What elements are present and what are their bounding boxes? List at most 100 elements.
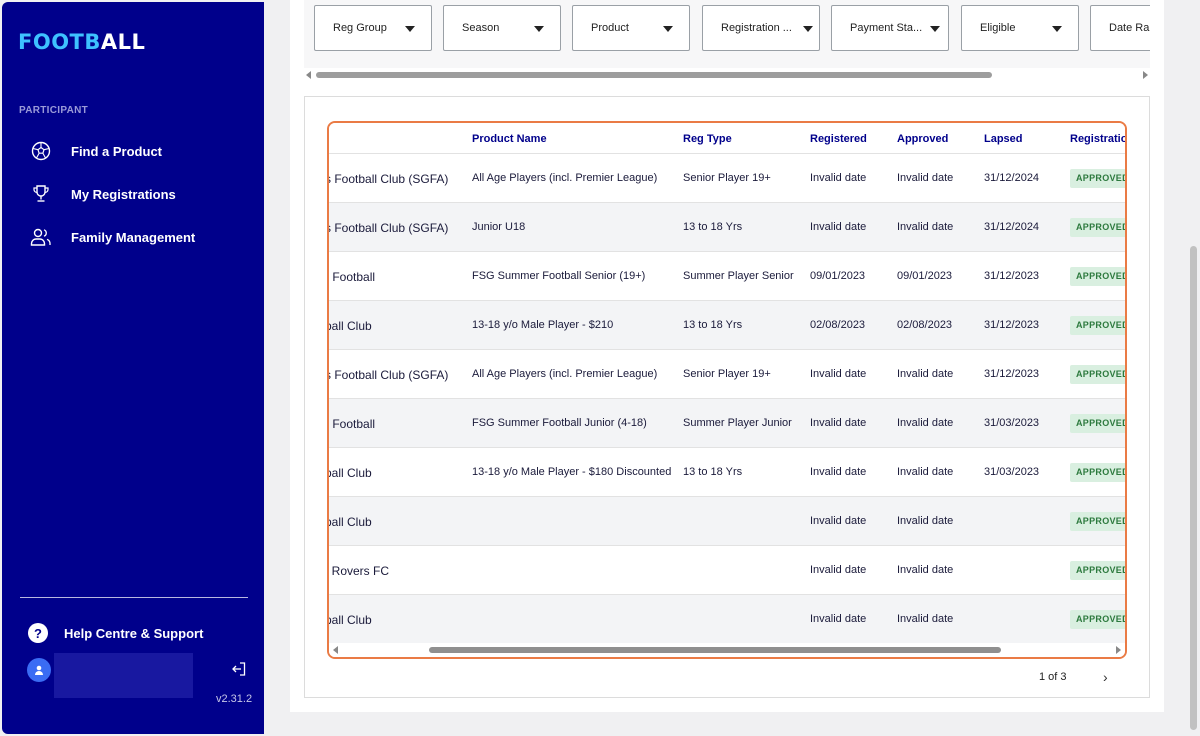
cell-registered: Invalid date — [810, 368, 867, 380]
header-registered[interactable]: Registered — [810, 133, 867, 145]
cell-organisation: pall Club — [327, 613, 372, 627]
filter-label: Payment Sta... — [850, 22, 923, 34]
help-centre-link[interactable]: ? Help Centre & Support — [28, 623, 203, 643]
caret-down-icon — [1052, 26, 1062, 32]
main-content: Reg Group Season Product Registration ..… — [290, 0, 1164, 712]
cell-product-name: FSG Summer Football Junior (4-18) — [472, 417, 647, 429]
filter-label: Date Ran — [1109, 22, 1150, 34]
cell-product-name: 13-18 y/o Male Player - $180 Discounted — [472, 466, 672, 478]
filter-label: Reg Group — [333, 22, 387, 34]
filter-payment-status[interactable]: Payment Sta... — [831, 5, 949, 51]
cell-approved: Invalid date — [897, 417, 954, 429]
table-row[interactable]: s Football Club (SGFA) Junior U18 13 to 18… — [329, 202, 1125, 251]
cell-product-name: 13-18 y/o Male Player - $210 — [472, 319, 614, 331]
filter-label: Product — [591, 22, 629, 34]
filter-season[interactable]: Season — [443, 5, 561, 51]
cell-approved: 09/01/2023 — [897, 270, 953, 282]
filter-label: Registration ... — [721, 22, 792, 34]
people-icon — [30, 226, 52, 248]
filter-scroll-thumb[interactable] — [316, 72, 992, 78]
status-badge: APPROVED — [1070, 169, 1125, 188]
cell-lapsed: 31/12/2024 — [984, 172, 1040, 184]
table-row[interactable]: r Football FSG Summer Football Junior (4-… — [329, 398, 1125, 447]
status-badge: APPROVED — [1070, 561, 1125, 580]
table-scroll-thumb[interactable] — [429, 647, 1001, 653]
filter-product[interactable]: Product — [572, 5, 690, 51]
pagination-label: 1 of 3 — [1039, 671, 1067, 683]
cell-product-name: All Age Players (incl. Premier League) — [472, 172, 658, 184]
caret-down-icon — [803, 26, 813, 32]
cell-registered: Invalid date — [810, 613, 867, 625]
cell-approved: 02/08/2023 — [897, 319, 953, 331]
registrations-card: Product Name Reg Type Registered Approve… — [304, 96, 1150, 698]
cell-product-name: All Age Players (incl. Premier League) — [472, 368, 658, 380]
table-row[interactable]: t Rovers FC Invalid date Invalid date APPRO… — [329, 545, 1125, 594]
cell-approved: Invalid date — [897, 221, 954, 233]
header-product-name[interactable]: Product Name — [472, 133, 547, 145]
trophy-icon — [30, 183, 52, 205]
cell-registered: Invalid date — [810, 417, 867, 429]
registrations-table: Product Name Reg Type Registered Approve… — [327, 121, 1127, 659]
table-row[interactable]: s Football Club (SGFA) All Age Players (i… — [329, 153, 1125, 202]
cell-registered: Invalid date — [810, 564, 867, 576]
status-badge: APPROVED — [1070, 463, 1125, 482]
header-lapsed[interactable]: Lapsed — [984, 133, 1023, 145]
cell-reg-type: 13 to 18 Yrs — [683, 221, 743, 233]
scroll-left-icon[interactable] — [333, 646, 338, 654]
app-logo[interactable]: FOOTBALL — [18, 30, 145, 54]
filter-scrollbar[interactable] — [304, 70, 1150, 80]
table-row[interactable]: pall Club 13-18 y/o Male Player - $210 13 … — [329, 300, 1125, 349]
cell-approved: Invalid date — [897, 613, 954, 625]
header-registration-status[interactable]: Registratio — [1070, 133, 1125, 145]
status-badge: APPROVED — [1070, 218, 1125, 237]
header-approved[interactable]: Approved — [897, 133, 948, 145]
filter-reg-group[interactable]: Reg Group — [314, 5, 432, 51]
table-row[interactable]: r Football FSG Summer Football Senior (19… — [329, 251, 1125, 300]
caret-down-icon — [405, 26, 415, 32]
sidebar-item-my-registrations[interactable]: My Registrations — [30, 181, 176, 207]
sidebar-item-find-product[interactable]: Find a Product — [30, 138, 162, 164]
cell-approved: Invalid date — [897, 466, 954, 478]
filter-registration[interactable]: Registration ... — [702, 5, 820, 51]
cell-organisation: t Rovers FC — [327, 564, 390, 578]
help-icon: ? — [28, 623, 48, 643]
cell-organisation: s Football Club (SGFA) — [327, 368, 449, 382]
app-version: v2.31.2 — [216, 693, 253, 705]
status-badge: APPROVED — [1070, 610, 1125, 629]
table-row[interactable]: s Football Club (SGFA) All Age Players (i… — [329, 349, 1125, 398]
cell-organisation: s Football Club (SGFA) — [327, 172, 449, 186]
next-page-button[interactable]: › — [1103, 669, 1108, 685]
logout-icon[interactable] — [231, 661, 247, 682]
avatar-icon — [27, 658, 51, 682]
filter-label: Season — [462, 22, 500, 34]
logo-part2: ALL — [100, 30, 146, 54]
caret-down-icon — [663, 26, 673, 32]
sidebar-item-label: Family Management — [71, 229, 196, 245]
soccer-ball-icon — [30, 140, 52, 162]
cell-lapsed: 31/03/2023 — [984, 417, 1040, 429]
scroll-left-icon[interactable] — [306, 71, 311, 79]
cell-registered: Invalid date — [810, 466, 867, 478]
filter-eligible[interactable]: Eligible — [961, 5, 1079, 51]
status-badge: APPROVED — [1070, 414, 1125, 433]
table-row[interactable]: pall Club 13-18 y/o Male Player - $180 Di… — [329, 447, 1125, 496]
scroll-right-icon[interactable] — [1116, 646, 1121, 654]
table-row[interactable]: pall Club Invalid date Invalid date APPROVE… — [329, 496, 1125, 545]
table-scrollbar[interactable] — [329, 643, 1125, 657]
cell-organisation: s Football Club (SGFA) — [327, 221, 449, 235]
logo-part1: FOOTB — [18, 30, 101, 54]
header-reg-type[interactable]: Reg Type — [683, 133, 732, 145]
cell-organisation: pall Club — [327, 319, 372, 333]
cell-approved: Invalid date — [897, 515, 954, 527]
filter-date-range[interactable]: Date Ran — [1090, 5, 1150, 51]
page-scroll-thumb[interactable] — [1190, 246, 1197, 730]
filter-label: Eligible — [980, 22, 1016, 34]
sidebar-item-family-management[interactable]: Family Management — [30, 224, 195, 250]
page-scrollbar[interactable] — [1188, 0, 1200, 736]
table-header: Product Name Reg Type Registered Approve… — [329, 123, 1125, 153]
scroll-right-icon[interactable] — [1143, 71, 1148, 79]
cell-registered: 09/01/2023 — [810, 270, 866, 282]
cell-approved: Invalid date — [897, 368, 954, 380]
status-badge: APPROVED — [1070, 512, 1125, 531]
table-row[interactable]: pall Club Invalid date Invalid date APPROVE… — [329, 594, 1125, 643]
